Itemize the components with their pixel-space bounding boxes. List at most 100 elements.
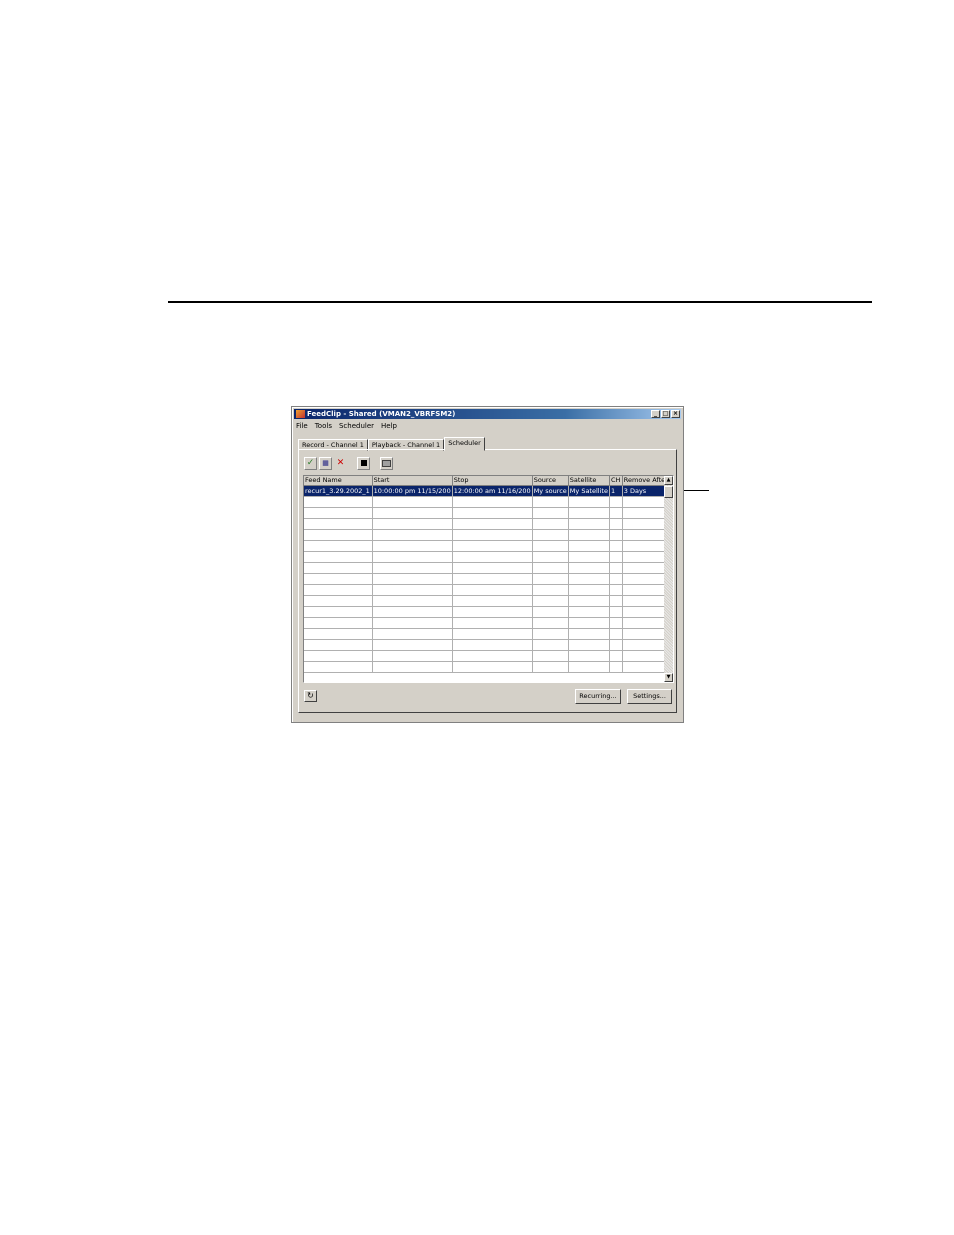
minimize-button[interactable]: _ — [651, 410, 660, 418]
table-cell — [304, 551, 373, 563]
table-cell — [622, 540, 670, 552]
table-cell — [372, 661, 453, 673]
tab-scheduler[interactable]: Scheduler — [444, 437, 485, 451]
table-cell — [452, 628, 533, 640]
vertical-scrollbar[interactable]: ▲ ▼ — [664, 476, 673, 682]
table-cell — [452, 650, 533, 662]
table-cell — [568, 540, 610, 552]
table-row-empty[interactable] — [304, 507, 673, 519]
table-row-empty[interactable] — [304, 529, 673, 541]
table-cell — [609, 606, 623, 618]
col-header-stop[interactable]: Stop — [452, 476, 533, 486]
delete-icon: ✕ — [336, 457, 345, 468]
table-cell — [622, 606, 670, 618]
delete-schedule-button[interactable]: ✕ — [334, 457, 347, 470]
recurring-button[interactable]: Recurring... — [575, 689, 621, 704]
new-schedule-button[interactable]: ✓ — [304, 456, 317, 470]
table-cell — [622, 507, 670, 519]
table-row-empty[interactable] — [304, 496, 673, 508]
menu-file[interactable]: File — [296, 421, 308, 431]
menu-tools[interactable]: Tools — [315, 421, 332, 431]
settings-button[interactable]: Settings... — [627, 689, 672, 704]
close-button[interactable]: × — [671, 410, 680, 418]
table-cell — [304, 540, 373, 552]
table-row-empty[interactable] — [304, 650, 673, 662]
table-cell — [609, 540, 623, 552]
table-row-empty[interactable] — [304, 661, 673, 673]
col-header-satellite[interactable]: Satellite — [568, 476, 610, 486]
col-header-ch[interactable]: CH — [609, 476, 623, 486]
table-cell — [622, 551, 670, 563]
table-cell — [304, 628, 373, 640]
table-row-empty[interactable] — [304, 617, 673, 629]
table-row-empty[interactable] — [304, 628, 673, 640]
table-row[interactable]: recur1_3.29.2002_1 10:00:00 pm 11/15/200 1… — [304, 485, 673, 497]
table-cell — [532, 606, 569, 618]
table-cell — [622, 661, 670, 673]
table-cell — [372, 529, 453, 541]
table-row-empty[interactable] — [304, 551, 673, 563]
schedule-grid: Feed Name Start Stop Source Satellite CH… — [303, 475, 674, 683]
scroll-up-icon[interactable]: ▲ — [664, 476, 673, 485]
table-cell — [568, 617, 610, 629]
table-row-empty[interactable] — [304, 518, 673, 530]
menu-scheduler[interactable]: Scheduler — [339, 421, 374, 431]
table-cell — [304, 573, 373, 585]
table-row-empty[interactable] — [304, 573, 673, 585]
table-row-empty[interactable] — [304, 595, 673, 607]
table-cell — [372, 584, 453, 596]
table-cell — [304, 617, 373, 629]
header-row: Feed Name Start Stop Source Satellite CH… — [304, 476, 673, 486]
col-header-feed-name[interactable]: Feed Name — [304, 476, 373, 486]
scroll-thumb[interactable] — [664, 486, 673, 498]
table-cell — [532, 628, 569, 640]
table-cell — [609, 595, 623, 607]
table-cell — [304, 606, 373, 618]
table-row-empty[interactable] — [304, 639, 673, 651]
table-cell — [304, 595, 373, 607]
refresh-icon: ↻ — [307, 691, 314, 700]
table-cell — [304, 650, 373, 662]
table-cell — [452, 573, 533, 585]
table-row-empty[interactable] — [304, 562, 673, 574]
table-row-empty[interactable] — [304, 540, 673, 552]
menu-help[interactable]: Help — [381, 421, 397, 431]
maximize-button[interactable]: □ — [661, 410, 670, 418]
table-cell — [532, 496, 569, 508]
table-cell — [372, 617, 453, 629]
new-schedule-icon: ✓ — [306, 457, 315, 468]
table-cell — [372, 650, 453, 662]
table-cell: My Satellite — [568, 485, 610, 497]
table-row-empty[interactable] — [304, 584, 673, 596]
table-cell: 12:00:00 am 11/16/200 — [452, 485, 533, 497]
table-cell — [452, 551, 533, 563]
refresh-button[interactable]: ↻ — [304, 690, 317, 702]
table-cell — [452, 584, 533, 596]
table-cell: recur1_3.29.2002_1 — [304, 485, 373, 497]
stop-button[interactable] — [357, 456, 370, 470]
flag-button[interactable] — [380, 456, 393, 470]
col-header-start[interactable]: Start — [372, 476, 453, 486]
edit-schedule-button[interactable]: ▦ — [319, 456, 332, 470]
stop-icon — [360, 460, 367, 466]
table-cell — [532, 518, 569, 530]
table-cell — [622, 650, 670, 662]
table-cell — [568, 639, 610, 651]
table-cell — [609, 617, 623, 629]
table-cell — [372, 507, 453, 519]
table-row-empty[interactable] — [304, 606, 673, 618]
flag-icon — [382, 459, 391, 467]
title-bar[interactable]: FeedClip - Shared (VMAN2_VBRFSM2) _ □ × — [294, 409, 681, 419]
table-cell — [452, 507, 533, 519]
table-cell — [304, 562, 373, 574]
table-cell — [568, 551, 610, 563]
scroll-down-icon[interactable]: ▼ — [664, 673, 673, 682]
table-cell — [372, 551, 453, 563]
table-cell — [609, 573, 623, 585]
table-cell — [609, 551, 623, 563]
table-cell — [622, 628, 670, 640]
feedclip-window: FeedClip - Shared (VMAN2_VBRFSM2) _ □ × … — [291, 406, 684, 723]
col-header-source[interactable]: Source — [532, 476, 569, 486]
col-header-remove-after[interactable]: Remove After — [622, 476, 670, 486]
table-cell — [304, 507, 373, 519]
